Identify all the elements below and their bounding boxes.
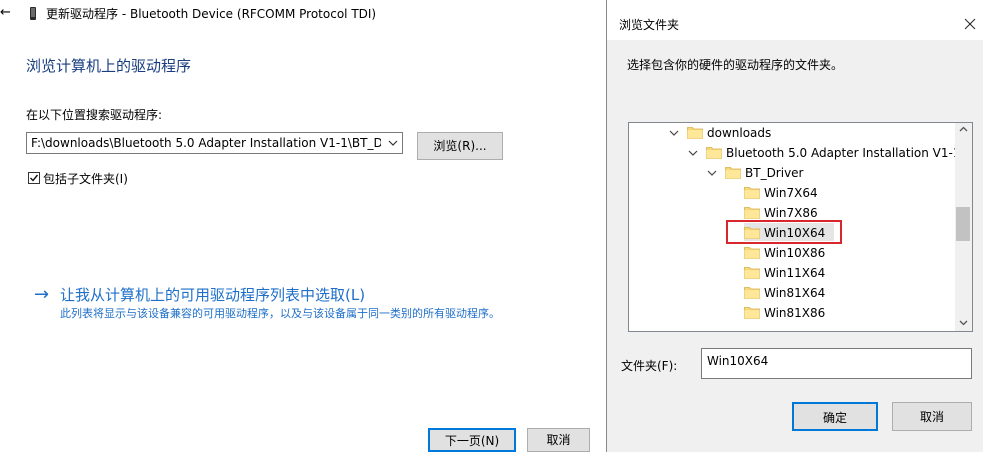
scrollbar-thumb[interactable] [956, 207, 970, 241]
arrow-right-icon[interactable]: → [34, 284, 49, 306]
scroll-up-arrow-icon[interactable] [959, 126, 968, 132]
tree-item[interactable]: Win10X86 [629, 243, 956, 263]
pick-from-list-link[interactable]: 让我从计算机上的可用驱动程序列表中选取(L) [60, 285, 365, 305]
include-subfolders-checkbox[interactable] [28, 172, 40, 184]
checkmark-icon [30, 174, 39, 182]
tree-item-label[interactable]: Win7X64 [764, 183, 818, 203]
include-subfolders-label[interactable]: 包括子文件夹(I) [43, 171, 128, 187]
window-title: 更新驱动程序 - Bluetooth Device (RFCOMM Protoc… [46, 7, 377, 21]
search-location-label: 在以下位置搜索驱动程序: [26, 108, 163, 122]
driver-path-value[interactable]: F:\downloads\Bluetooth 5.0 Adapter Insta… [31, 135, 381, 151]
dialog-title: 浏览文件夹 [619, 18, 680, 32]
folder-icon [744, 287, 760, 299]
next-button[interactable]: 下一页(N) [428, 428, 516, 452]
tree-item[interactable]: BT_Driver [629, 163, 956, 183]
update-driver-wizard: ← 更新驱动程序 - Bluetooth Device (RFCOMM Prot… [0, 0, 600, 452]
browse-button[interactable]: 浏览(R)... [417, 132, 503, 160]
dialog-cancel-button[interactable]: 取消 [892, 402, 972, 431]
chevron-down-icon[interactable] [707, 169, 717, 177]
dialog-instruction: 选择包含你的硬件的驱动程序的文件夹。 [627, 58, 844, 72]
folder-name-input[interactable]: Win10X64 [701, 348, 972, 379]
tree-item[interactable]: Win11X64 [629, 263, 956, 283]
tree-item-label[interactable]: BT_Driver [745, 163, 804, 183]
tree-item-label[interactable]: Win81X64 [764, 283, 825, 303]
back-arrow-icon[interactable]: ← [0, 5, 14, 21]
page-heading: 浏览计算机上的驱动程序 [26, 57, 192, 75]
red-highlight-box [726, 220, 842, 244]
chevron-down-icon[interactable] [387, 136, 399, 150]
folder-icon [706, 147, 722, 159]
tree-item[interactable]: Win81X64 [629, 283, 956, 303]
folder-icon [744, 187, 760, 199]
device-icon [30, 7, 36, 20]
close-icon[interactable] [961, 15, 979, 33]
folder-icon [744, 307, 760, 319]
tree-item-label[interactable]: Bluetooth 5.0 Adapter Installation V1-1 [726, 143, 960, 163]
folder-name-value[interactable]: Win10X64 [707, 353, 768, 369]
tree-item[interactable]: Win81X86 [629, 303, 956, 323]
chevron-down-icon[interactable] [669, 129, 679, 137]
tree-item[interactable]: downloads [629, 123, 956, 143]
tree-item[interactable]: Win7X64 [629, 183, 956, 203]
tree-scrollbar[interactable] [955, 123, 972, 331]
ok-button[interactable]: 确定 [792, 402, 878, 431]
scroll-down-arrow-icon[interactable] [959, 320, 968, 326]
tree-item-label[interactable]: Win10X86 [764, 243, 825, 263]
folder-icon [687, 127, 703, 139]
tree-item[interactable]: Bluetooth 5.0 Adapter Installation V1-1 [629, 143, 960, 163]
browse-folder-dialog: 浏览文件夹 选择包含你的硬件的驱动程序的文件夹。 downloads Blueto… [606, 0, 983, 452]
driver-path-combobox[interactable]: F:\downloads\Bluetooth 5.0 Adapter Insta… [26, 132, 403, 154]
folder-field-label: 文件夹(F): [621, 359, 678, 373]
folder-icon [744, 207, 760, 219]
folder-icon [744, 247, 760, 259]
wizard-cancel-button[interactable]: 取消 [527, 428, 590, 452]
pick-from-list-description: 此列表将显示与该设备兼容的可用驱动程序，以及与该设备属于同一类别的所有驱动程序。 [60, 307, 500, 320]
folder-icon [725, 167, 741, 179]
tree-item-label[interactable]: Win11X64 [764, 263, 825, 283]
chevron-down-icon[interactable] [688, 149, 698, 157]
tree-item-label[interactable]: Win81X86 [764, 303, 825, 323]
dialog-titlebar: 浏览文件夹 [607, 0, 983, 40]
folder-icon [744, 267, 760, 279]
tree-item-label[interactable]: downloads [707, 123, 771, 143]
folder-tree[interactable]: downloads Bluetooth 5.0 Adapter Installat… [628, 122, 973, 332]
